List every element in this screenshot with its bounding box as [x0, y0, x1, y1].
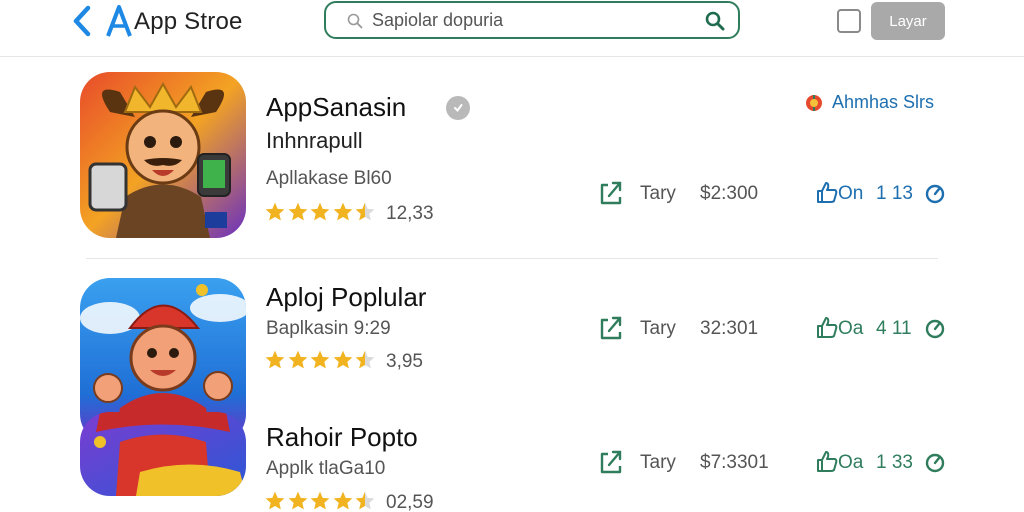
- app-icon-3[interactable]: [80, 412, 246, 496]
- app-icon-art: [80, 412, 246, 496]
- rating-count: 02,59: [386, 492, 434, 512]
- app-subtitle: Inhnrapull: [266, 128, 363, 153]
- timer-icon[interactable]: [924, 451, 946, 473]
- star-icon: [310, 350, 330, 369]
- verified-glyph: [454, 104, 463, 113]
- like-label: On: [838, 183, 864, 204]
- app-name[interactable]: Rahoir Popto: [266, 422, 418, 453]
- chevron-left-icon: [73, 5, 91, 37]
- price-label: $7:3301: [700, 452, 769, 473]
- select-checkbox[interactable]: [837, 9, 861, 33]
- star-rating: [264, 349, 377, 371]
- star-icon: [265, 202, 285, 221]
- star-icon: [288, 491, 307, 510]
- star-icon: [333, 350, 352, 369]
- rating-count: 12,33: [386, 203, 434, 224]
- like-label: Oa: [838, 318, 864, 339]
- app-icon-art: [80, 72, 246, 238]
- back-button[interactable]: [66, 4, 98, 38]
- developer-link[interactable]: Ahmhas Slrs: [804, 92, 934, 113]
- search-icon: [347, 13, 363, 29]
- like-label: Oa: [838, 452, 864, 473]
- share-icon[interactable]: [598, 178, 626, 206]
- stat-value: 1 33: [876, 452, 913, 473]
- rating-count: 3,95: [386, 351, 423, 372]
- app-name[interactable]: AppSanasin: [266, 92, 406, 123]
- thumbs-up-icon[interactable]: [816, 449, 838, 473]
- developer-name[interactable]: Ahmhas Slrs: [832, 92, 934, 113]
- star-half-icon: [355, 491, 375, 510]
- star-rating: [264, 490, 377, 512]
- app-icon-1[interactable]: [80, 72, 246, 238]
- verified-icon: [446, 96, 470, 120]
- search-input[interactable]: [372, 7, 692, 33]
- app-category: Apllakase Bl60: [266, 168, 392, 189]
- share-label: Tary: [640, 183, 676, 204]
- star-icon: [265, 350, 285, 369]
- share-icon[interactable]: [598, 447, 626, 475]
- star-rating: [264, 201, 377, 223]
- app-store-logo: [104, 2, 134, 40]
- developer-badge-icon: [806, 94, 822, 111]
- thumbs-up-icon[interactable]: [816, 180, 838, 204]
- share-label: Tary: [640, 318, 676, 339]
- price-label: 32:301: [700, 318, 759, 339]
- app-store-logo-icon: [106, 5, 132, 37]
- search-box[interactable]: [324, 1, 740, 39]
- star-half-icon: [355, 350, 375, 369]
- star-half-icon: [355, 202, 375, 221]
- star-icon: [265, 491, 285, 510]
- stat-value: 1 13: [876, 183, 913, 204]
- store-title: App Stroe: [134, 8, 243, 35]
- app-name[interactable]: Aploj Poplular: [266, 282, 426, 313]
- share-label: Tary: [640, 452, 676, 473]
- layer-button[interactable]: Layar: [871, 2, 945, 40]
- app-row[interactable]: AppSanasin Inhnrapull Apllakase Bl60 12,…: [0, 72, 1024, 242]
- timer-icon[interactable]: [924, 182, 946, 204]
- app-category: Applk tlaGa10: [266, 458, 386, 479]
- search-submit-icon[interactable]: [704, 10, 726, 32]
- star-icon: [310, 202, 330, 221]
- stat-value: 4 11: [876, 318, 912, 339]
- share-icon[interactable]: [598, 313, 626, 341]
- star-icon: [310, 491, 330, 510]
- timer-icon[interactable]: [924, 317, 946, 339]
- header-bar: App Stroe Layar: [0, 0, 1024, 57]
- app-store-page: App Stroe Layar: [0, 0, 1024, 512]
- app-category: Baplkasin 9:29: [266, 318, 391, 339]
- thumbs-up-icon[interactable]: [816, 315, 838, 339]
- row-divider: [86, 258, 938, 259]
- star-icon: [288, 350, 307, 369]
- star-icon: [333, 491, 352, 510]
- star-icon: [333, 202, 352, 221]
- price-label: $2:300: [700, 183, 759, 204]
- star-icon: [288, 202, 307, 221]
